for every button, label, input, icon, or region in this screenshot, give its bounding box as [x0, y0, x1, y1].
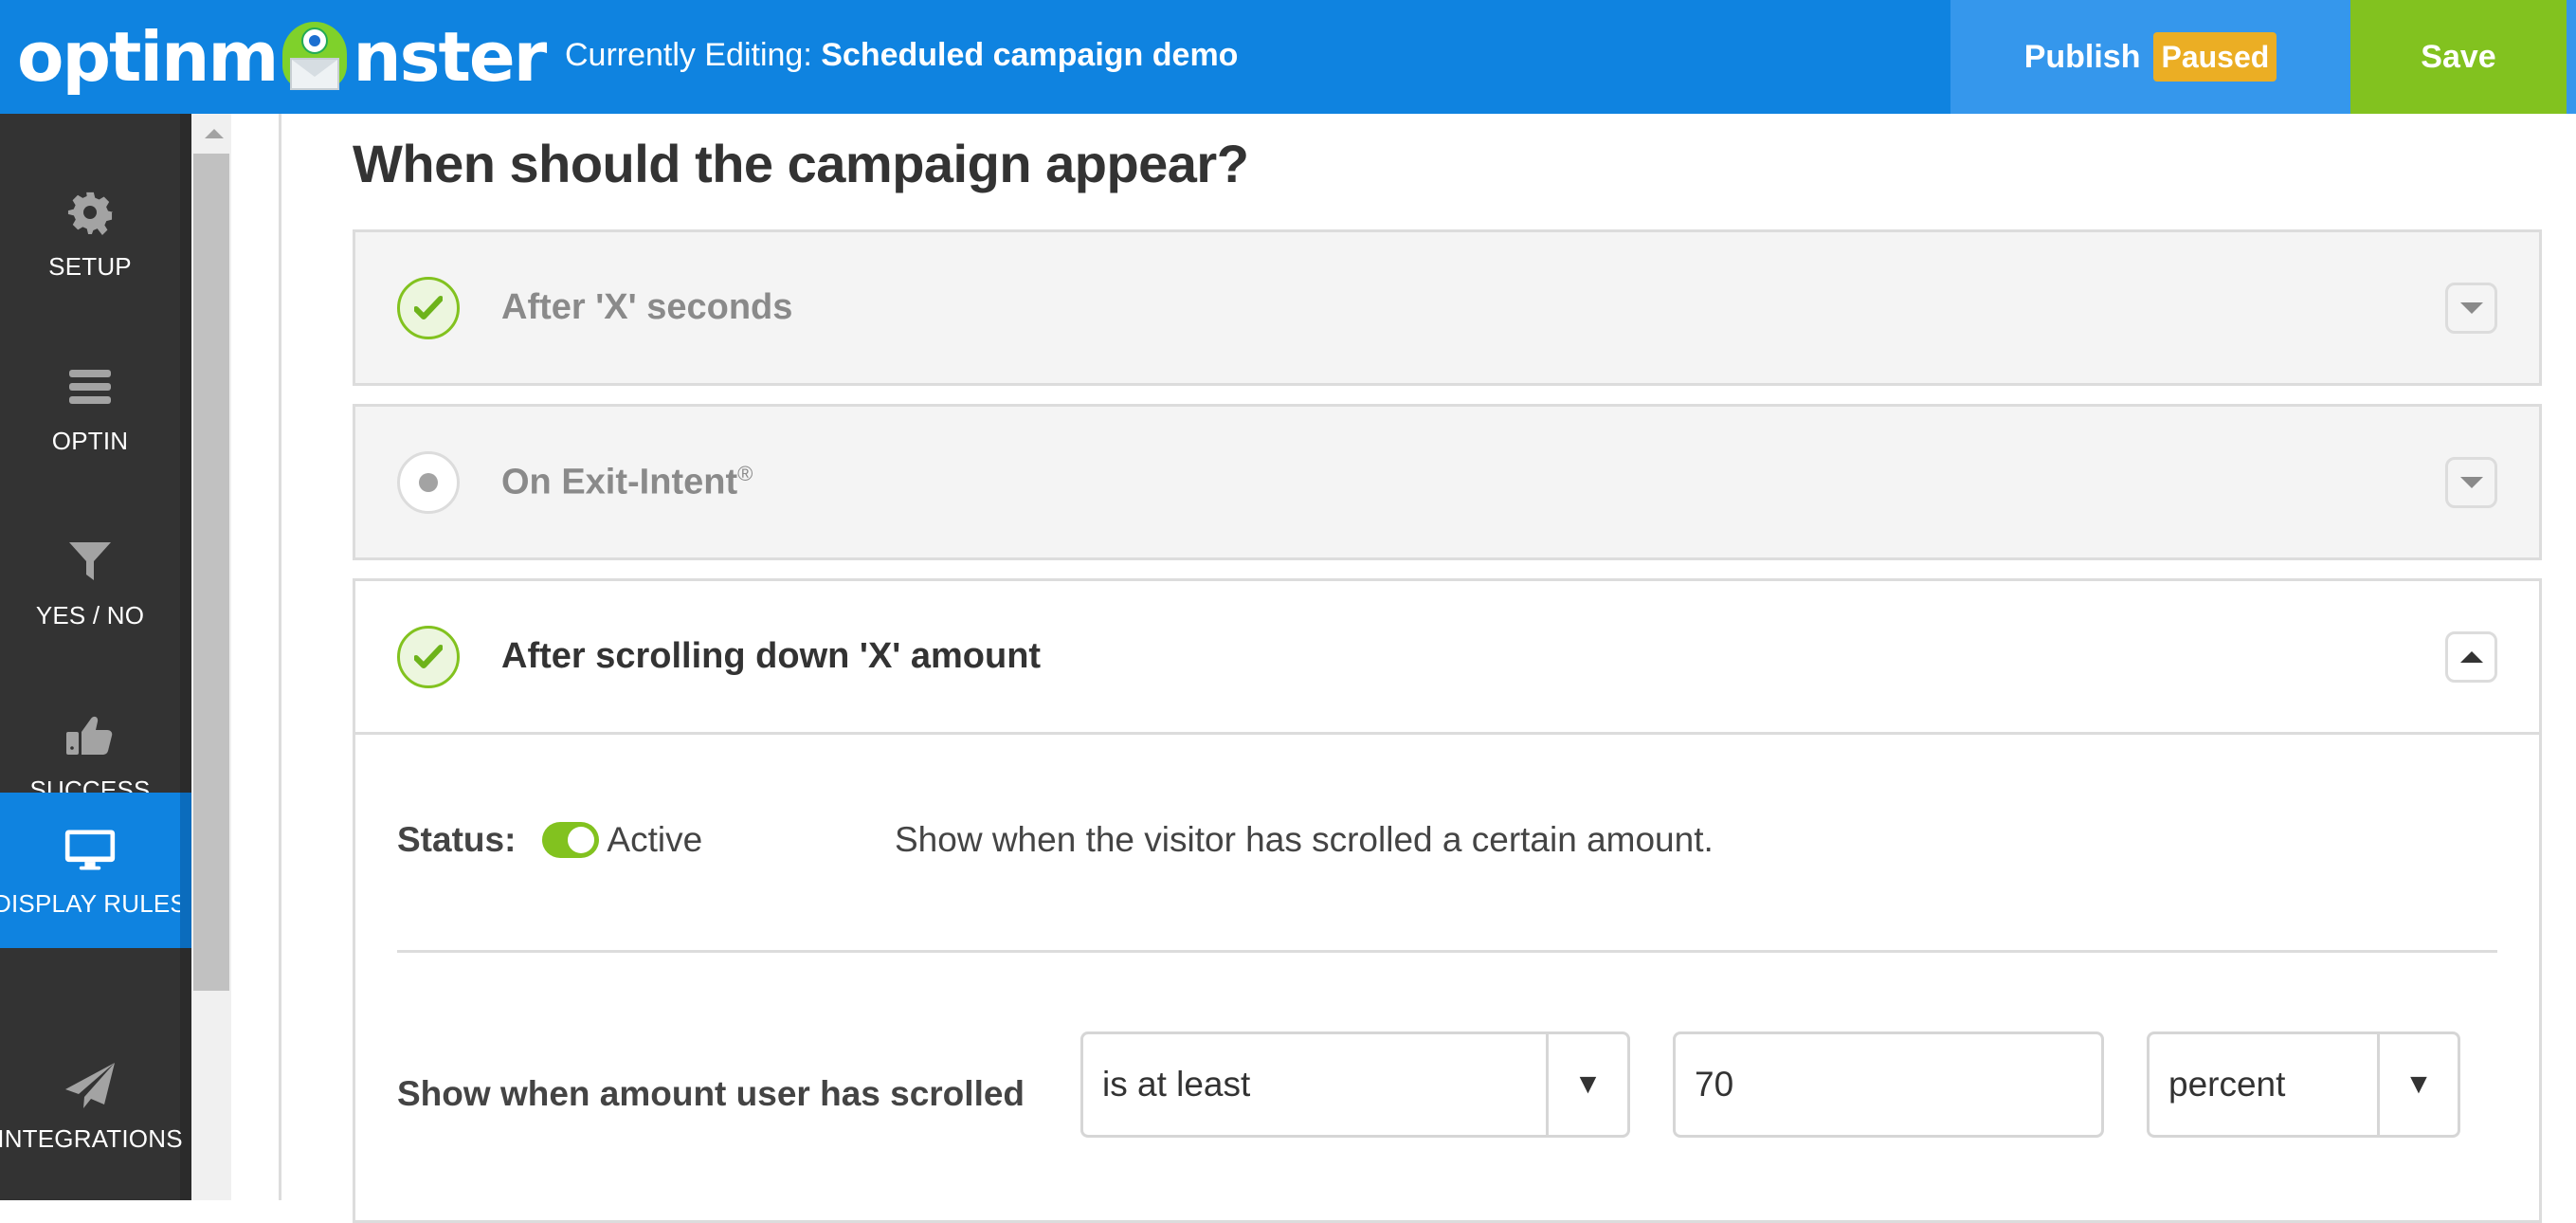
- optinmonster-logo[interactable]: optinm nster: [17, 13, 547, 100]
- status-value: Active: [607, 820, 703, 859]
- scrollbar-thumb[interactable]: [193, 154, 229, 991]
- checkmark-icon: [414, 296, 443, 319]
- radio-dot-icon: [419, 473, 438, 492]
- status-label: Status:: [397, 820, 517, 859]
- rule-label: On Exit-Intent®: [501, 462, 753, 502]
- paper-plane-icon: [63, 1058, 117, 1111]
- dropdown-arrow-icon[interactable]: ▼: [1546, 1034, 1627, 1135]
- sidebar-item-label: YES / NO: [35, 600, 145, 630]
- monitor-icon: [63, 823, 117, 876]
- sidebar-item-display-rules[interactable]: DISPLAY RULES: [0, 793, 191, 948]
- status-row: Status: Active: [397, 816, 702, 864]
- sidebar-item-label: SETUP: [48, 251, 132, 281]
- page-title: When should the campaign appear?: [353, 134, 1249, 193]
- rule-checkbox[interactable]: [397, 626, 460, 688]
- rule-header[interactable]: On Exit-Intent®: [355, 407, 2539, 557]
- gear-icon: [63, 186, 117, 239]
- filter-icon: [63, 535, 117, 588]
- sidebar-item-integrations[interactable]: INTEGRATIONS: [0, 1018, 191, 1193]
- divider: [397, 950, 2497, 953]
- rule-description: Show when the visitor has scrolled a cer…: [895, 820, 1714, 859]
- sidebar-item-setup[interactable]: SETUP: [0, 146, 191, 320]
- amount-label: Show when amount user has scrolled: [397, 1074, 1025, 1113]
- unit-select[interactable]: percent ▼: [2147, 1031, 2460, 1138]
- rule-panel-after-seconds: After 'X' seconds: [353, 229, 2542, 386]
- status-toggle[interactable]: [542, 822, 600, 858]
- sidebar: SETUP OPTIN YES / NO SUCCESS DISPLAY RUL…: [0, 114, 191, 1200]
- collapse-button[interactable]: [2445, 631, 2497, 683]
- top-header: optinm nster Currently Editing: Schedule…: [0, 0, 2576, 114]
- scroll-up-arrow-icon[interactable]: [205, 129, 224, 138]
- comparator-select[interactable]: is at least ▼: [1080, 1031, 1630, 1138]
- rule-panel-scroll-amount: After scrolling down 'X' amount Status: …: [353, 578, 2542, 1223]
- header-edge: [2567, 0, 2576, 114]
- rule-panel-exit-intent: On Exit-Intent®: [353, 404, 2542, 560]
- campaign-name: Scheduled campaign demo: [821, 37, 1239, 73]
- sidebar-item-optin[interactable]: OPTIN: [0, 320, 191, 495]
- expand-button[interactable]: [2445, 283, 2497, 334]
- dropdown-arrow-icon[interactable]: ▼: [2377, 1034, 2458, 1135]
- toggle-knob: [568, 827, 595, 853]
- editing-prefix: Currently Editing:: [565, 37, 812, 73]
- registered-mark: ®: [737, 462, 753, 485]
- sidebar-item-label: INTEGRATIONS: [0, 1123, 183, 1153]
- logo-text-left: optinm: [17, 17, 279, 97]
- currently-editing: Currently Editing: Scheduled campaign de…: [565, 34, 1238, 76]
- rule-header[interactable]: After scrolling down 'X' amount: [355, 581, 2539, 735]
- monster-mascot-icon: [273, 16, 356, 98]
- save-button[interactable]: Save: [2350, 0, 2567, 114]
- status-badge: Paused: [2153, 32, 2277, 82]
- chevron-up-icon: [2459, 651, 2483, 663]
- expand-button[interactable]: [2445, 457, 2497, 508]
- hamburger-icon: [63, 360, 117, 413]
- unit-value: percent: [2168, 1065, 2286, 1104]
- comparator-value: is at least: [1102, 1065, 1251, 1104]
- sidebar-item-yes-no[interactable]: YES / NO: [0, 495, 191, 669]
- rule-label: After scrolling down 'X' amount: [501, 636, 1042, 676]
- sidebar-item-label: OPTIN: [51, 426, 129, 455]
- rule-header[interactable]: After 'X' seconds: [355, 232, 2539, 383]
- publish-label: Publish: [2023, 38, 2141, 75]
- logo-text-right: nster: [353, 17, 547, 97]
- content-left-border: [279, 114, 281, 1200]
- chevron-down-icon: [2459, 477, 2483, 488]
- rule-label: After 'X' seconds: [501, 287, 793, 327]
- scrollbar[interactable]: [191, 114, 231, 1200]
- active-edge: [180, 793, 191, 948]
- rule-checkbox[interactable]: [397, 277, 460, 339]
- checkmark-icon: [414, 645, 443, 668]
- sidebar-item-label: DISPLAY RULES: [0, 888, 187, 918]
- thumbs-up-icon: [63, 709, 117, 762]
- amount-input[interactable]: [1673, 1031, 2104, 1138]
- chevron-down-icon: [2459, 302, 2483, 314]
- publish-button[interactable]: Publish Paused: [1950, 0, 2350, 114]
- rule-checkbox[interactable]: [397, 451, 460, 514]
